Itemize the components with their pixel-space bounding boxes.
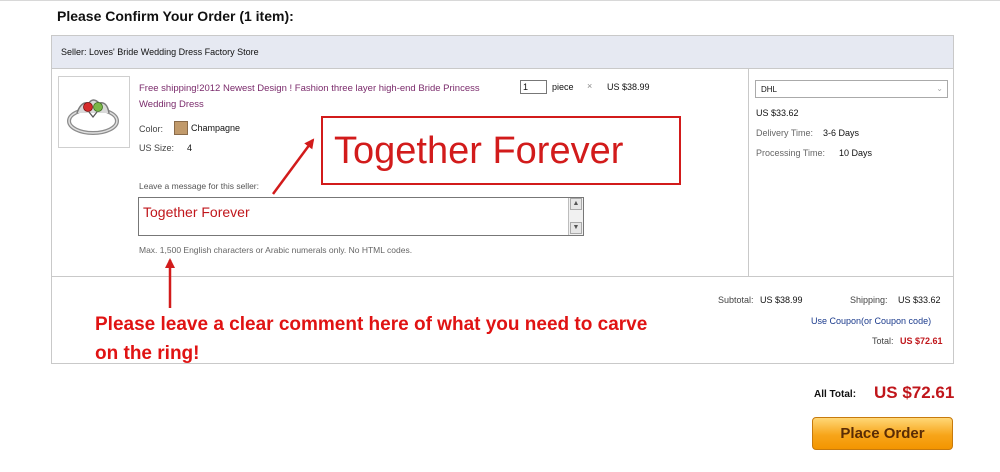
all-total-label: All Total: <box>814 389 857 400</box>
all-total-value: US $72.61 <box>874 383 955 402</box>
callout-arrow-icon <box>271 138 315 195</box>
instruction-text: Please leave a clear comment here of wha… <box>95 314 648 364</box>
place-order-button[interactable]: Place Order <box>812 417 953 450</box>
callout-text: Together Forever <box>334 130 624 172</box>
callout-box: Together Forever <box>321 116 681 185</box>
annotation-arrows <box>165 138 315 308</box>
